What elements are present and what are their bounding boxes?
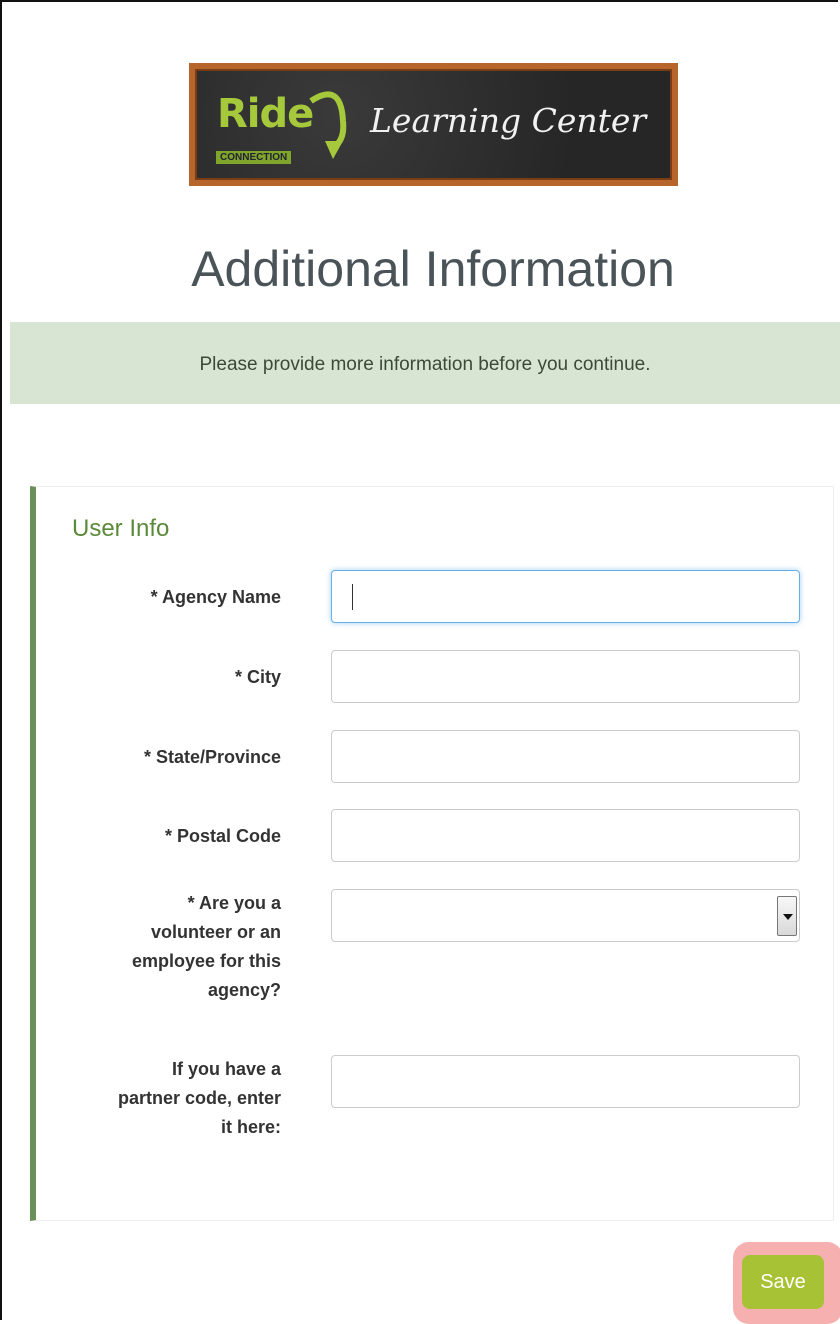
label-line: it here: — [220, 1117, 281, 1137]
logo-swoosh-icon — [309, 91, 347, 159]
logo-brand-sub: CONNECTION — [216, 151, 292, 164]
label-line: partner code, enter — [117, 1088, 281, 1108]
volunteer-employee-select[interactable] — [331, 889, 800, 942]
text-caret — [352, 584, 353, 610]
label-line: If you have a — [171, 1059, 281, 1079]
postal-code-label: * Postal Code — [164, 826, 281, 846]
label-line: agency? — [207, 980, 281, 1000]
save-button[interactable]: Save — [742, 1255, 824, 1309]
section-title: User Info — [72, 515, 170, 542]
save-button-focus-ring: Save — [733, 1242, 840, 1324]
dropdown-arrow-icon[interactable] — [777, 896, 797, 936]
label-line: volunteer or an — [150, 922, 281, 942]
agency-name-input[interactable] — [331, 570, 800, 623]
page-title: Additional Information — [191, 241, 675, 297]
state-province-label: * State/Province — [143, 747, 281, 767]
volunteer-employee-label: * Are you a volunteer or an employee for… — [61, 889, 281, 1005]
partner-code-label: If you have a partner code, enter it her… — [61, 1055, 281, 1142]
postal-code-input[interactable] — [331, 809, 800, 862]
label-line: employee for this — [131, 951, 281, 971]
city-label: * City — [234, 667, 281, 687]
partner-code-input[interactable] — [331, 1055, 800, 1108]
state-province-input[interactable] — [331, 730, 800, 783]
city-input[interactable] — [331, 650, 800, 703]
user-info-panel: User Info * Agency Name * City * State/P… — [30, 486, 834, 1221]
label-line: * Are you a — [187, 893, 281, 913]
notice-text: Please provide more information before y… — [199, 354, 651, 375]
ride-connection-logo: Ride CONNECTION Learning Center — [189, 63, 678, 186]
agency-name-label: * Agency Name — [150, 587, 281, 607]
logo-tagline: Learning Center — [370, 101, 647, 140]
logo-brand: Ride — [217, 91, 314, 137]
notice-banner: Please provide more information before y… — [10, 322, 840, 404]
